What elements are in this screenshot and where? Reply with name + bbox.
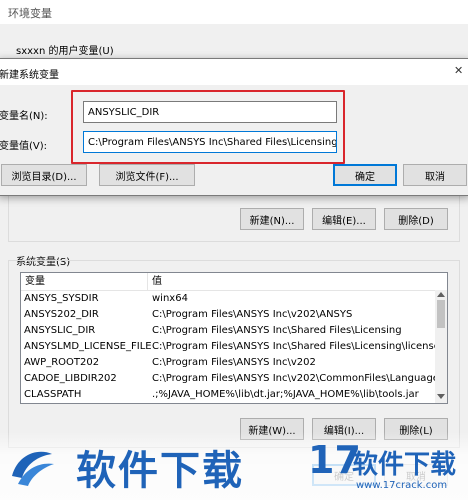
browse-file-button[interactable]: 浏览文件(F)... bbox=[99, 164, 195, 186]
env-window-titlebar: 环境变量 bbox=[0, 0, 468, 24]
row-var: ANSYS_SYSDIR bbox=[24, 293, 99, 304]
user-edit-button[interactable]: 编辑(E)... bbox=[312, 208, 376, 230]
row-var: AWP_ROOT202 bbox=[24, 357, 100, 368]
table-row[interactable]: CADOE_LIBDIR202 C:\Program Files\ANSYS I… bbox=[21, 371, 447, 387]
user-vars-label: sxxxn 的用户变量(U) bbox=[16, 46, 114, 57]
row-val: C:\Program Files\ANSYS Inc\Shared Files\… bbox=[152, 325, 402, 336]
row-val: C:\Program Files\ANSYS Inc\Shared Files\… bbox=[152, 341, 448, 352]
scrollbar-thumb[interactable] bbox=[437, 300, 445, 328]
column-header-val[interactable]: 值 bbox=[152, 273, 162, 290]
env-window-title: 环境变量 bbox=[8, 7, 52, 20]
highlight-annotation bbox=[71, 90, 345, 164]
scrollbar-down-arrow-icon[interactable] bbox=[437, 394, 445, 399]
table-row[interactable]: ANSYS202_DIR C:\Program Files\ANSYS Inc\… bbox=[21, 307, 435, 323]
table-header: 变量 值 bbox=[21, 273, 447, 291]
row-val: winx64 bbox=[152, 293, 188, 304]
table-row[interactable]: CLASSPATH .;%JAVA_HOME%\lib\dt.jar;%JAVA… bbox=[21, 387, 435, 403]
table-row[interactable]: ANSYS_SYSDIR winx64 bbox=[21, 291, 435, 307]
system-vars-table[interactable]: 变量 值 ANSYS_SYSDIR winx64 ANSYS202_DIR C:… bbox=[20, 272, 448, 404]
watermark-left-text: 软件下载 bbox=[76, 448, 244, 494]
row-var: ANSYSLMD_LICENSE_FILE bbox=[24, 341, 152, 352]
close-icon[interactable]: ✕ bbox=[454, 64, 463, 77]
watermark-overlay: 软件下载 17 软件下载 www.17crack.com bbox=[0, 432, 468, 500]
dialog-title: 新建系统变量 bbox=[0, 70, 59, 81]
browse-directory-button[interactable]: 浏览目录(D)... bbox=[1, 164, 87, 186]
variable-value-label: 变量值(V): bbox=[0, 141, 48, 152]
new-system-variable-dialog: 新建系统变量 ✕ 变量名(N): ANSYSLIC_DIR 变量值(V): C:… bbox=[0, 58, 468, 196]
row-var: ANSYS202_DIR bbox=[24, 309, 99, 320]
dialog-cancel-button[interactable]: 取消 bbox=[403, 164, 467, 186]
row-val: C:\Program Files\ANSYS Inc\v202\ANSYS bbox=[152, 309, 353, 320]
row-val: C:\Program Files\ANSYS Inc\v202 bbox=[152, 357, 316, 368]
user-delete-button[interactable]: 删除(D) bbox=[384, 208, 448, 230]
watermark-right-text: 软件下载 bbox=[352, 450, 457, 480]
scrollbar-up-arrow-icon[interactable] bbox=[437, 292, 445, 297]
table-row[interactable]: AWP_ROOT202 C:\Program Files\ANSYS Inc\v… bbox=[21, 355, 435, 371]
dialog-ok-button[interactable]: 确定 bbox=[333, 164, 397, 186]
row-var: CLASSPATH bbox=[24, 389, 82, 400]
watermark-url: www.17crack.com bbox=[356, 480, 448, 491]
column-divider bbox=[147, 273, 148, 290]
row-val: C:\Program Files\ANSYS Inc\v202\CommonFi… bbox=[152, 373, 448, 384]
user-new-button[interactable]: 新建(N)... bbox=[240, 208, 304, 230]
row-val: .;%JAVA_HOME%\lib\dt.jar;%JAVA_HOME%\lib… bbox=[152, 389, 419, 400]
row-var: ANSYSLIC_DIR bbox=[24, 325, 96, 336]
watermark-logo-icon bbox=[8, 446, 56, 490]
dialog-titlebar: 新建系统变量 ✕ bbox=[0, 59, 468, 85]
variable-name-label: 变量名(N): bbox=[0, 111, 48, 122]
table-row[interactable]: ANSYSLIC_DIR C:\Program Files\ANSYS Inc\… bbox=[21, 323, 435, 339]
row-var: CADOE_LIBDIR202 bbox=[24, 373, 117, 384]
table-row[interactable]: ANSYSLMD_LICENSE_FILE C:\Program Files\A… bbox=[21, 339, 447, 355]
column-header-var[interactable]: 变量 bbox=[25, 273, 45, 290]
table-scrollbar[interactable] bbox=[435, 290, 447, 403]
